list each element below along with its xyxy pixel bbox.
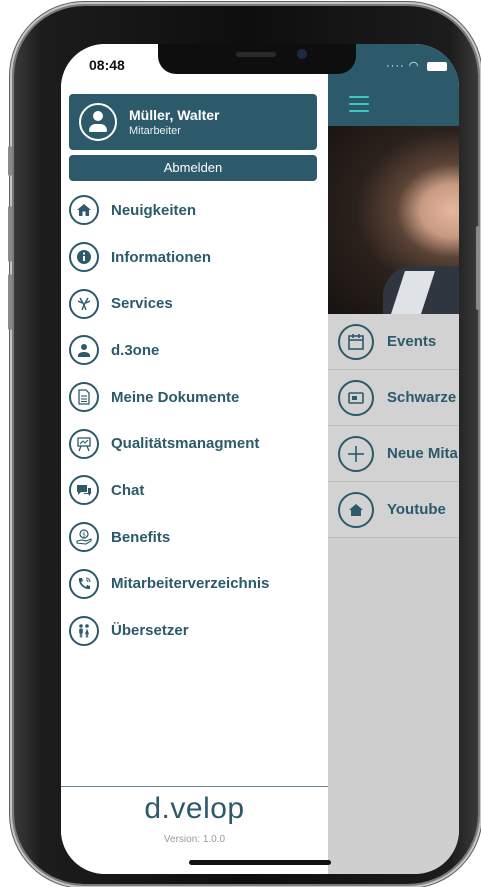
navigation-drawer: 08:48 Müller, Walter Mitarbeiter Abmelde… (61, 44, 328, 874)
menu-item-label: Chat (111, 481, 145, 499)
user-name: Müller, Walter (129, 107, 220, 123)
volume-up-button (8, 206, 12, 262)
list-item-label: Neue Mita (387, 445, 458, 462)
presentation-icon (69, 428, 99, 459)
menu-item-label: Meine Dokumente (111, 388, 240, 406)
d3one-icon (69, 335, 99, 366)
menu-item-d3one[interactable]: d.3one (69, 327, 319, 374)
info-icon (69, 242, 99, 273)
user-role: Mitarbeiter (129, 125, 181, 137)
benefits-icon: $ (69, 522, 99, 553)
menu-item-benefits[interactable]: $ Benefits (69, 514, 319, 561)
list-item[interactable]: Neue Mita (328, 426, 459, 482)
home-icon (69, 195, 99, 226)
background-list: Events Schwarze Neue Mita Youtube (328, 314, 459, 538)
calendar-icon (338, 323, 374, 360)
list-item-label: Youtube (387, 501, 446, 518)
brand-logo: d.velop (144, 792, 245, 825)
menu-item-label: Qualitätsmanagment (111, 435, 260, 453)
document-icon (69, 382, 99, 413)
menu-item-label: d.3one (111, 341, 160, 359)
home-icon (338, 491, 374, 528)
hamburger-menu-icon[interactable] (349, 96, 369, 112)
menu-item-label: Informationen (111, 248, 211, 266)
list-item[interactable]: Youtube (328, 482, 459, 538)
home-indicator[interactable] (189, 860, 331, 865)
avatar-icon (79, 103, 117, 141)
battery-icon (427, 61, 448, 71)
menu-item-neuigkeiten[interactable]: Neuigkeiten (69, 187, 319, 234)
services-icon (69, 288, 99, 319)
newspaper-icon (338, 379, 374, 416)
menu-item-informationen[interactable]: Informationen (69, 234, 319, 281)
power-button (476, 226, 480, 310)
menu-item-label: Services (111, 295, 173, 313)
list-item[interactable]: Events (328, 314, 459, 370)
list-item[interactable]: Schwarze (328, 370, 459, 426)
menu-list: Neuigkeiten Informationen Services d.3on… (69, 187, 319, 654)
menu-item-label: Neuigkeiten (111, 201, 197, 219)
menu-item-label: Benefits (111, 528, 171, 546)
mute-switch (8, 146, 12, 176)
svg-text:$: $ (82, 531, 86, 538)
people-icon (69, 615, 99, 646)
app-version: Version: 1.0.0 (163, 834, 226, 845)
list-item-label: Events (387, 333, 437, 350)
menu-item-chat[interactable]: Chat (69, 467, 319, 514)
status-time: 08:48 (89, 57, 125, 73)
notch (158, 44, 356, 74)
status-icons: ···· ◠ (386, 59, 448, 72)
header-photo (328, 126, 459, 314)
menu-item-label: Übersetzer (111, 622, 189, 640)
menu-item-meine-dokumente[interactable]: Meine Dokumente (69, 374, 319, 421)
phone-icon (69, 568, 99, 599)
menu-item-mitarbeiterverzeichnis[interactable]: Mitarbeiterverzeichnis (69, 561, 319, 608)
volume-down-button (8, 274, 12, 330)
wifi-icon: ◠ (408, 60, 420, 72)
list-item-label: Schwarze (387, 389, 457, 406)
phone-frame: Events Schwarze Neue Mita Youtube 08:48 … (8, 6, 480, 884)
signal-icon: ···· (386, 60, 405, 72)
logout-button[interactable]: Abmelden (69, 155, 317, 181)
plus-icon (338, 435, 374, 472)
screen: Events Schwarze Neue Mita Youtube 08:48 … (61, 44, 459, 874)
menu-item-uebersetzer[interactable]: Übersetzer (69, 607, 319, 654)
chat-icon (69, 475, 99, 506)
user-card[interactable]: Müller, Walter Mitarbeiter (69, 94, 317, 150)
menu-item-label: Mitarbeiterverzeichnis (111, 575, 270, 593)
footer-divider (61, 786, 328, 787)
menu-item-services[interactable]: Services (69, 280, 319, 327)
menu-item-qualitaetsmanagment[interactable]: Qualitätsmanagment (69, 420, 319, 467)
